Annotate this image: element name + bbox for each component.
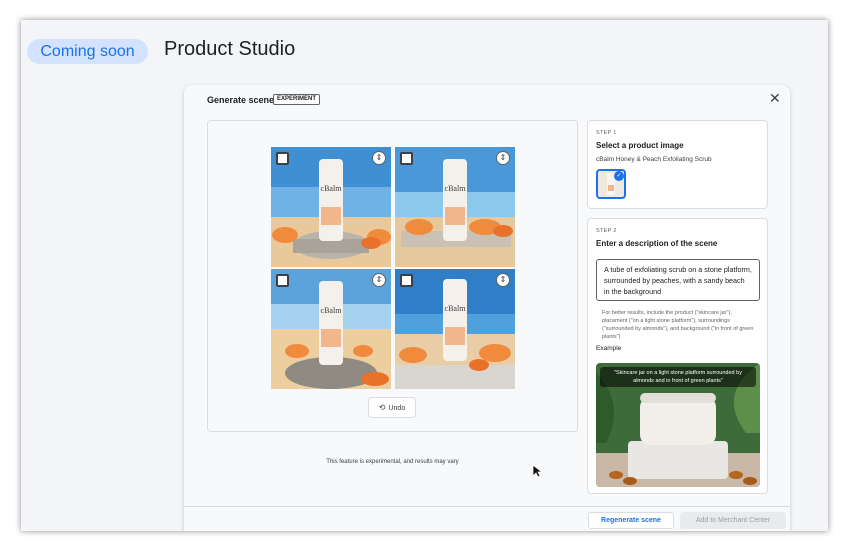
screen-frame: Coming soon Product Studio Generate scen… [21,20,828,531]
product-thumbnail[interactable]: ✓ [596,169,626,199]
step1-label: STEP 1 [596,130,617,136]
example-caption: "Skincare jar on a light stone platform … [600,367,756,387]
example-image: "Skincare jar on a light stone platform … [596,363,760,487]
description-hint: For better results, include the product … [602,310,754,340]
dialog-footer: Regenerate scene Add to Merchant Center [184,506,790,531]
coming-soon-badge: Coming soon [27,39,148,64]
scene-image: cBalm [271,147,391,267]
check-icon: ✓ [614,171,624,181]
generated-images-panel: cBalm ⇕ cBalm ⇕ cBalm ⇕ cBalm ⇕ ⟲ Undo [207,120,578,432]
dialog-title: Generate scene [207,95,275,105]
step2-label: STEP 2 [596,228,617,234]
scene-description-input[interactable]: A tube of exfoliating scrub on a stone p… [596,259,760,301]
step2-card: STEP 2 Enter a description of the scene … [587,218,768,494]
select-checkbox[interactable] [276,274,289,287]
svg-text:cBalm: cBalm [445,184,467,193]
generated-image-2[interactable]: cBalm ⇕ [395,147,515,267]
svg-text:cBalm: cBalm [445,304,467,313]
experimental-disclaimer: This feature is experimental, and result… [326,459,459,465]
select-checkbox[interactable] [400,274,413,287]
expand-icon[interactable]: ⇕ [496,151,510,165]
add-to-merchant-center-button[interactable]: Add to Merchant Center [680,512,786,529]
page-title: Product Studio [164,38,296,60]
regenerate-scene-button[interactable]: Regenerate scene [588,512,674,529]
example-label: Example [596,345,622,352]
select-checkbox[interactable] [400,152,413,165]
scene-image: cBalm [271,269,391,389]
step1-card: STEP 1 Select a product image cBalm Hone… [587,120,768,209]
mouse-cursor-icon [532,464,542,478]
scene-image: cBalm [395,269,515,389]
step1-title: Select a product image [596,141,684,150]
expand-icon[interactable]: ⇕ [372,273,386,287]
generated-image-1[interactable]: cBalm ⇕ [271,147,391,267]
scene-image: cBalm [395,147,515,267]
undo-icon: ⟲ [378,403,386,412]
generated-image-4[interactable]: cBalm ⇕ [395,269,515,389]
experiment-badge: EXPERIMENT [273,94,321,105]
select-checkbox[interactable] [276,152,289,165]
expand-icon[interactable]: ⇕ [372,151,386,165]
close-icon[interactable]: ✕ [769,90,781,107]
generated-image-3[interactable]: cBalm ⇕ [271,269,391,389]
generate-scene-dialog: Generate scene EXPERIMENT ✕ cBalm ⇕ cBal… [184,85,790,531]
product-name: cBalm Honey & Peach Exfoliating Scrub [596,156,712,163]
undo-button[interactable]: ⟲ Undo [368,397,416,418]
svg-text:cBalm: cBalm [321,306,343,315]
svg-text:cBalm: cBalm [321,184,343,193]
expand-icon[interactable]: ⇕ [496,273,510,287]
step2-title: Enter a description of the scene [596,239,718,248]
undo-label: Undo [388,405,406,412]
